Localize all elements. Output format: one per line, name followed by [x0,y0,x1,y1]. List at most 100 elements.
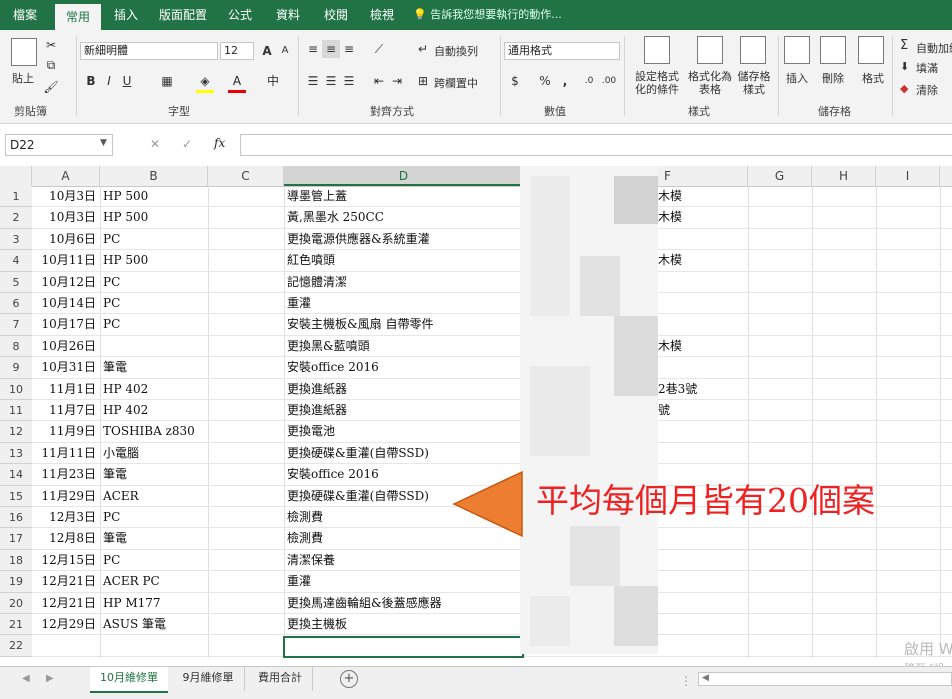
cell-device[interactable]: 筆電 [103,357,207,378]
row-header[interactable]: 3 [0,228,32,251]
font-color-icon[interactable]: A [228,72,246,93]
col-header-i[interactable]: I [876,166,940,186]
cell-date[interactable]: 11月7日 [32,400,96,421]
cell-date[interactable]: 10月6日 [32,229,96,250]
cell-date[interactable]: 10月12日 [32,272,96,293]
cell-address[interactable] [658,614,748,635]
cell-repair-item[interactable]: 清潔保養 [287,550,523,571]
cut-icon[interactable]: ✂ [42,36,60,54]
cell-repair-item[interactable]: 更換進紙器 [287,400,523,421]
fill-color-icon[interactable]: ◈ [196,72,214,93]
cell-device[interactable]: PC [103,272,207,293]
cell-device[interactable] [103,336,207,357]
clear-icon[interactable]: ◆ [900,82,908,95]
cell-repair-item[interactable]: 記憶體清潔 [287,272,523,293]
row-header[interactable]: 15 [0,485,32,507]
select-all-corner[interactable] [0,166,32,186]
font-size-select[interactable]: 12 [220,42,254,60]
italic-button[interactable]: I [100,72,118,90]
horizontal-scrollbar[interactable] [698,672,952,686]
row-header[interactable]: 5 [0,271,32,293]
cell-address[interactable] [658,593,748,614]
insert-cells-icon[interactable] [784,36,810,64]
menu-formulas[interactable]: 公式 [218,0,262,30]
cell-date[interactable]: 10月26日 [32,336,96,357]
conditional-format-button[interactable]: 設定格式化的條件 [630,70,684,96]
align-left-icon[interactable]: ☰ [304,72,322,90]
add-sheet-icon[interactable]: + [340,670,358,688]
cell-address[interactable] [658,528,748,549]
phonetic-icon[interactable]: 中 [264,72,282,90]
cell-device[interactable]: 小電腦 [103,443,207,464]
font-name-select[interactable]: 新細明體 [80,42,218,60]
cell-date[interactable]: 11月1日 [32,379,96,400]
cell-styles-button[interactable]: 儲存格樣式 [734,70,774,96]
col-header-b[interactable]: B [100,166,208,186]
paste-button[interactable]: 貼上 [12,70,34,86]
cell-repair-item[interactable]: 更換主機板 [287,614,523,635]
col-header-d[interactable]: D [284,166,524,186]
border-icon[interactable]: ▦ [158,72,176,90]
row-header[interactable]: 10 [0,378,32,400]
selected-cell[interactable] [283,635,524,658]
cell-date[interactable]: 10月3日 [32,186,96,207]
cell-device[interactable]: HP 500 [103,186,207,207]
cell-date[interactable]: 12月15日 [32,550,96,571]
row-header[interactable]: 17 [0,528,32,550]
cell-device[interactable]: HP 500 [103,207,207,228]
cell-address[interactable]: 木模 [658,250,748,271]
cell-date[interactable]: 11月9日 [32,421,96,442]
cell-device[interactable]: PC [103,314,207,335]
cell-repair-item[interactable]: 紅色噴頭 [287,250,523,271]
grow-font-button[interactable]: A [258,42,276,60]
col-header-h[interactable]: H [812,166,876,186]
cell-device[interactable]: HP M177 [103,593,207,614]
row-header[interactable]: 18 [0,549,32,572]
cell-date[interactable]: 10月3日 [32,207,96,228]
cell-repair-item[interactable]: 黃,黑墨水 250CC [287,207,523,228]
cell-address[interactable] [658,293,748,314]
col-header-c[interactable]: C [208,166,284,186]
col-header-a[interactable]: A [32,166,100,186]
cell-address[interactable] [658,443,748,464]
cell-address[interactable]: 木模 [658,186,748,207]
cell-device[interactable]: 筆電 [103,464,207,485]
shrink-font-button[interactable]: A [276,42,294,60]
decrease-indent-icon[interactable]: ⇤ [370,72,388,90]
menu-insert[interactable]: 插入 [104,0,148,30]
cell-address[interactable]: 木模 [658,207,748,228]
cell-date[interactable]: 12月21日 [32,571,96,592]
cell-date[interactable]: 11月29日 [32,486,96,507]
cell-device[interactable] [103,635,207,656]
menu-page-layout[interactable]: 版面配置 [152,0,214,30]
cell-address[interactable] [658,272,748,293]
orientation-icon[interactable]: ⟋ [370,40,388,58]
row-header[interactable]: 8 [0,335,32,358]
sheet-tab-costs[interactable]: 費用合計 [248,667,313,691]
cell-date[interactable]: 10月31日 [32,357,96,378]
cell-address[interactable] [658,229,748,250]
menu-home[interactable]: 常用 [55,4,101,30]
align-right-icon[interactable]: ☰ [340,72,358,90]
cell-date[interactable]: 12月21日 [32,593,96,614]
sheet-tab-september[interactable]: 9月維修單 [172,667,245,691]
format-table-icon[interactable] [697,36,723,64]
cell-repair-item[interactable]: 更換硬碟&重灌(自帶SSD) [287,443,523,464]
cell-repair-item[interactable]: 重灌 [287,571,523,592]
cell-repair-item[interactable]: 安裝office 2016 [287,357,523,378]
cell-address[interactable]: 號 [658,400,748,421]
row-header[interactable]: 13 [0,442,32,465]
formula-input[interactable] [240,134,952,156]
percent-button[interactable]: % [536,72,554,90]
conditional-format-icon[interactable] [644,36,670,64]
autosum-button[interactable]: 自動加總 [916,40,952,56]
menu-view[interactable]: 檢視 [360,0,404,30]
format-cells-button[interactable]: 格式 [862,70,884,86]
cell-device[interactable]: 筆電 [103,528,207,549]
align-bottom-icon[interactable]: ≡ [340,40,358,58]
cell-date[interactable]: 11月23日 [32,464,96,485]
scroll-right-icon[interactable]: ▶ [46,673,54,684]
menu-data[interactable]: 資料 [266,0,310,30]
row-header[interactable]: 9 [0,357,32,379]
menu-review[interactable]: 校閱 [314,0,358,30]
